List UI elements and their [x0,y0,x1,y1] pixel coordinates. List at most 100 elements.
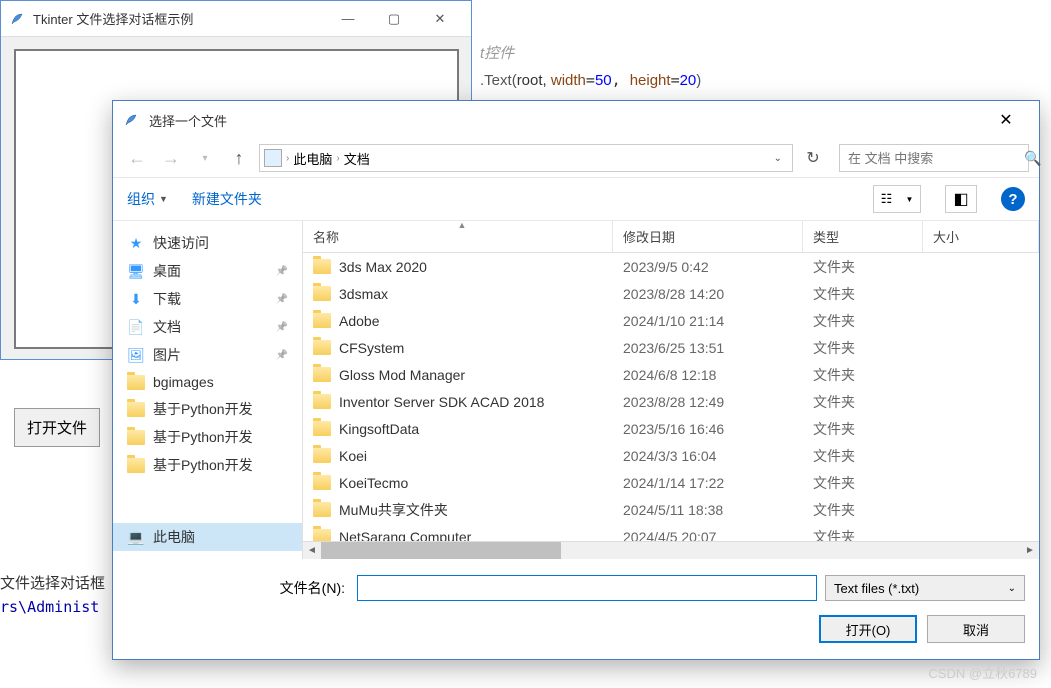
file-type: 文件夹 [803,311,923,331]
sidebar-item-this-pc[interactable]: 💻 此电脑 [113,523,302,551]
chevron-icon: › [286,153,289,164]
file-name: NetSarang Computer [339,529,471,542]
this-pc-icon: 💻 [127,528,145,546]
help-button[interactable]: ? [1001,187,1025,211]
sidebar-item[interactable]: 🖥桌面 [113,257,302,285]
file-row[interactable]: KoeiTecmo2024/1/14 17:22文件夹 [303,469,1039,496]
organize-button[interactable]: 组织▼ [127,189,168,209]
file-row[interactable]: CFSystem2023/6/25 13:51文件夹 [303,334,1039,361]
file-name: MuMu共享文件夹 [339,500,448,520]
tkinter-titlebar[interactable]: Tkinter 文件选择对话框示例 — ▢ ✕ [1,1,471,37]
dialog-titlebar[interactable]: 选择一个文件 ✕ [113,101,1039,139]
file-name: Inventor Server SDK ACAD 2018 [339,394,544,410]
documents-icon [264,149,282,167]
sidebar-item[interactable]: 基于Python开发 [113,395,302,423]
dialog-close-button[interactable]: ✕ [983,101,1029,139]
file-date: 2024/6/8 12:18 [613,367,803,383]
folder-icon [127,373,145,391]
folder-icon [313,529,331,541]
maximize-button[interactable]: ▢ [371,1,417,37]
file-row[interactable]: Inventor Server SDK ACAD 20182023/8/28 1… [303,388,1039,415]
preview-pane-button[interactable]: ◧ [945,185,977,213]
close-button[interactable]: ✕ [417,1,463,37]
file-row[interactable]: 3dsmax2023/8/28 14:20文件夹 [303,280,1039,307]
file-list-pane: 名称▲ 修改日期 类型 大小 3ds Max 20202023/9/5 0:42… [303,221,1039,559]
folder-icon [313,340,331,355]
folder-icon [127,428,145,446]
sidebar-item-label: 此电脑 [153,527,195,547]
view-mode-button[interactable]: ☷▼ [873,185,921,213]
sidebar-item-label: 基于Python开发 [153,427,253,447]
horizontal-scrollbar[interactable]: ◄ ► [303,541,1039,559]
bottom-path: rs\Administ [0,598,99,616]
file-date: 2023/6/25 13:51 [613,340,803,356]
nav-recent-dd[interactable]: ▾ [191,144,219,172]
dialog-title: 选择一个文件 [149,111,983,130]
sidebar-item[interactable]: 基于Python开发 [113,451,302,479]
folder-icon [313,475,331,490]
feather-icon [9,11,25,27]
file-row[interactable]: Gloss Mod Manager2024/6/8 12:18文件夹 [303,361,1039,388]
file-row[interactable]: MuMu共享文件夹 2024/5/11 18:38文件夹 [303,496,1039,523]
file-type-filter[interactable]: Text files (*.txt)⌄ [825,575,1025,601]
file-row[interactable]: Koei2024/3/3 16:04文件夹 [303,442,1039,469]
nav-refresh-button[interactable]: ↻ [799,144,827,172]
file-type: 文件夹 [803,527,923,542]
file-row[interactable]: KingsoftData2023/5/16 16:46文件夹 [303,415,1039,442]
breadcrumb-dd-icon[interactable]: ⌄ [774,153,788,164]
nav-icon: ⬇ [127,290,145,308]
dialog-nav: ← → ▾ ↑ › 此电脑 › 文档 ⌄ ↻ 🔍 [113,139,1039,177]
sidebar: ★快速访问🖥桌面⬇下载📄文档🖼图片bgimages基于Python开发基于Pyt… [113,221,303,559]
column-type[interactable]: 类型 [803,221,923,252]
scroll-thumb[interactable] [321,542,561,559]
file-date: 2023/5/16 16:46 [613,421,803,437]
bottom-caption: 文件选择对话框 [0,572,105,593]
file-date: 2023/8/28 14:20 [613,286,803,302]
file-date: 2024/1/14 17:22 [613,475,803,491]
file-date: 2024/3/3 16:04 [613,448,803,464]
column-name[interactable]: 名称▲ [303,221,613,252]
scroll-left-button[interactable]: ◄ [303,542,321,560]
column-size[interactable]: 大小 [923,221,1039,252]
search-box[interactable]: 🔍 [839,144,1029,172]
file-dialog: 选择一个文件 ✕ ← → ▾ ↑ › 此电脑 › 文档 ⌄ ↻ 🔍 组织▼ 新建… [112,100,1040,660]
dialog-toolbar: 组织▼ 新建文件夹 ☷▼ ◧ ? [113,177,1039,221]
file-row[interactable]: 3ds Max 20202023/9/5 0:42文件夹 [303,253,1039,280]
nav-back-button[interactable]: ← [123,144,151,172]
breadcrumb-item[interactable]: 此电脑 [293,149,332,168]
column-date[interactable]: 修改日期 [613,221,803,252]
minimize-button[interactable]: — [325,1,371,37]
chevron-down-icon: ▼ [159,194,168,204]
sidebar-item[interactable]: ★快速访问 [113,229,302,257]
scroll-track[interactable] [321,542,1021,559]
cancel-button[interactable]: 取消 [927,615,1025,643]
breadcrumb[interactable]: › 此电脑 › 文档 ⌄ [259,144,793,172]
sidebar-item[interactable]: bgimages [113,369,302,395]
breadcrumb-item[interactable]: 文档 [344,149,370,168]
dialog-footer: 文件名(N): Text files (*.txt)⌄ 打开(O) 取消 [113,559,1039,659]
file-list[interactable]: 3ds Max 20202023/9/5 0:42文件夹3dsmax2023/8… [303,253,1039,541]
list-header[interactable]: 名称▲ 修改日期 类型 大小 [303,221,1039,253]
file-type: 文件夹 [803,500,923,520]
search-input[interactable] [848,151,1024,166]
file-date: 2024/4/5 20:07 [613,529,803,542]
sidebar-item-label: 基于Python开发 [153,399,253,419]
file-row[interactable]: NetSarang Computer 2024/4/5 20:07文件夹 [303,523,1039,541]
file-date: 2024/5/11 18:38 [613,502,803,518]
folder-icon [127,400,145,418]
file-row[interactable]: Adobe2024/1/10 21:14文件夹 [303,307,1039,334]
sidebar-item-label: bgimages [153,374,214,390]
open-button[interactable]: 打开(O) [819,615,917,643]
nav-forward-button[interactable]: → [157,144,185,172]
sidebar-item[interactable]: 📄文档 [113,313,302,341]
scroll-right-button[interactable]: ► [1021,542,1039,560]
file-type: 文件夹 [803,419,923,439]
nav-up-button[interactable]: ↑ [225,144,253,172]
sidebar-item[interactable]: 基于Python开发 [113,423,302,451]
sidebar-item[interactable]: ⬇下载 [113,285,302,313]
sidebar-item-label: 图片 [153,345,181,365]
open-file-button[interactable]: 打开文件 [14,408,100,447]
new-folder-button[interactable]: 新建文件夹 [192,189,262,209]
filename-input[interactable] [357,575,817,601]
sidebar-item[interactable]: 🖼图片 [113,341,302,369]
